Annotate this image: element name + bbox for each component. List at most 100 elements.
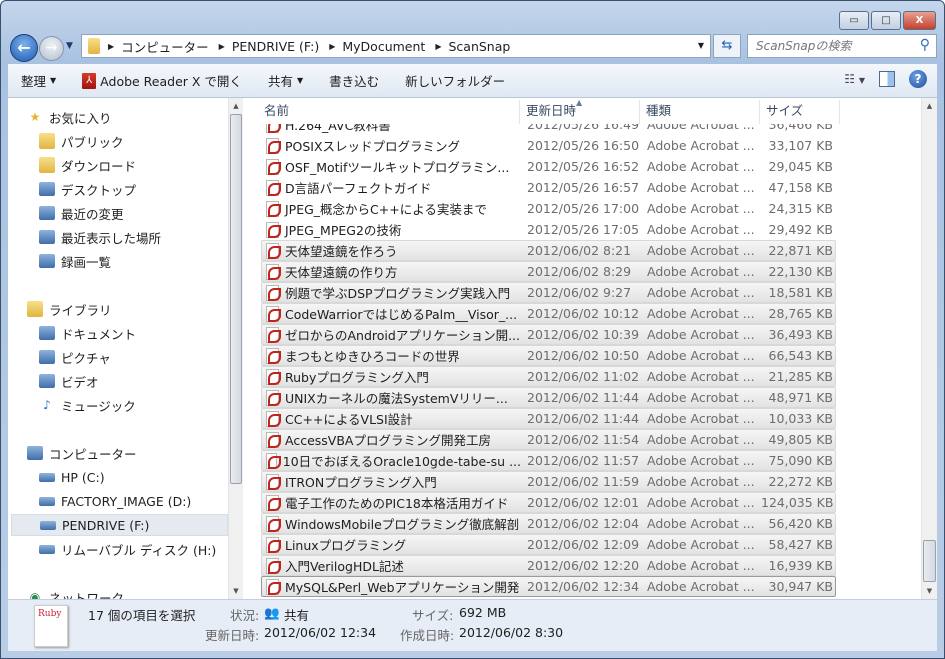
file-row[interactable]: 例題で学ぶDSPプログラミング実践入門 2012/06/02 9:27 Adobe … (261, 282, 836, 303)
file-row[interactable]: CodeWarriorではじめるPalm__Visor_... 2012/06/0… (261, 303, 836, 324)
scroll-down-arrow[interactable]: ▼ (229, 583, 243, 599)
nav-item[interactable]: ドキュメント (11, 322, 228, 344)
file-row[interactable]: H.264_AVC教科書 2012/05/26 16:49 Adobe Acroba… (261, 124, 836, 135)
file-row[interactable]: OSF_Motifツールキットプログラミン... 2012/05/26 16:52… (261, 156, 836, 177)
scrollbar-thumb[interactable] (230, 114, 242, 484)
nav-item[interactable]: ライブラリ (11, 298, 228, 320)
change-view-button[interactable]: ☷ ▼ (844, 72, 865, 86)
nav-item[interactable]: コンピューター (11, 442, 228, 464)
scroll-up-arrow[interactable]: ▲ (922, 98, 937, 114)
file-date: 2012/06/02 12:01 (527, 495, 640, 510)
file-size: 28,765 KB (768, 306, 833, 321)
file-row[interactable]: Rubyプログラミング入門 2012/06/02 11:02 Adobe Acrob… (261, 366, 836, 387)
nav-item[interactable]: HP (C:) (11, 466, 228, 488)
close-button[interactable]: X (903, 11, 936, 30)
modified-value: 2012/06/02 12:34 (264, 625, 377, 640)
nav-item[interactable]: 最近の変更 (11, 202, 228, 224)
recent-pages-dropdown[interactable]: ▼ (66, 41, 73, 51)
pdf-file-icon (266, 158, 281, 175)
nav-item[interactable]: ♪ ミュージック (11, 394, 228, 416)
open-with-adobe-reader-button[interactable]: ⅄ Adobe Reader X で開く (69, 64, 255, 97)
file-list-scrollbar[interactable]: ▲ ▼ (921, 98, 937, 599)
minimize-button[interactable]: ▭ (839, 11, 869, 30)
file-row[interactable]: AccessVBAプログラミング開発工房 2012/06/02 11:54 Adob… (261, 429, 836, 450)
file-row[interactable]: ITRONプログラミング入門 2012/06/02 11:59 Adobe Acro… (261, 471, 836, 492)
file-row[interactable]: POSIXスレッドプログラミング 2012/05/26 16:50 Adobe Ac… (261, 135, 836, 156)
new-folder-button[interactable]: 新しいフォルダー (392, 64, 518, 97)
file-row[interactable]: 入門VerilogHDL記述 2012/06/02 12:20 Adobe Acro… (261, 555, 836, 576)
share-button[interactable]: 共有 ▼ (255, 64, 316, 97)
file-row[interactable]: JPEG_MPEG2の技術 2012/05/26 17:05 Adobe Acrob… (261, 219, 836, 240)
nav-item[interactable]: ダウンロード (11, 154, 228, 176)
pdf-file-icon (266, 124, 281, 133)
nav-item[interactable]: ビデオ (11, 370, 228, 392)
file-row[interactable]: JPEG_概念からC++による実装まで 2012/05/26 17:00 Adobe… (261, 198, 836, 219)
column-type[interactable]: 種類 (640, 100, 760, 124)
scroll-down-arrow[interactable]: ▼ (922, 583, 937, 599)
breadcrumb-scansnap[interactable]: ScanSnap (448, 39, 510, 54)
burn-button[interactable]: 書き込む (316, 64, 392, 97)
nav-item[interactable]: PENDRIVE (F:) (11, 514, 228, 536)
breadcrumb-pendrive[interactable]: PENDRIVE (F:) (232, 39, 319, 54)
scrollbar-thumb[interactable] (923, 540, 936, 582)
file-row[interactable]: 電子工作のためのPIC18本格活用ガイド 2012/06/02 12:01 Adob… (261, 492, 836, 513)
chevron-right-icon[interactable]: ▶ (108, 42, 114, 51)
search-icon[interactable]: ⚲ (920, 37, 930, 53)
nav-item[interactable]: 最近表示した場所 (11, 226, 228, 248)
breadcrumb-computer[interactable]: コンピューター (121, 37, 209, 56)
organize-button[interactable]: 整理 ▼ (8, 64, 69, 97)
chevron-right-icon[interactable]: ▶ (219, 42, 225, 51)
search-box[interactable]: ⚲ (747, 34, 937, 58)
address-history-dropdown[interactable]: ▼ (698, 41, 704, 50)
file-row[interactable]: 天体望遠鏡を作ろう 2012/06/02 8:21 Adobe Acrobat ..… (261, 240, 836, 261)
file-row[interactable]: WindowsMobileプログラミング徹底解剖 2012/06/02 12:04… (261, 513, 836, 534)
file-row[interactable]: D言語パーフェクトガイド 2012/05/26 16:57 Adobe Acroba… (261, 177, 836, 198)
nav-item[interactable]: ピクチャ (11, 346, 228, 368)
computer-icon (27, 446, 43, 460)
file-date: 2012/06/02 10:50 (527, 348, 640, 363)
file-size: 75,090 KB (768, 453, 833, 468)
created-value: 2012/06/02 8:30 (459, 625, 564, 640)
scroll-up-arrow[interactable]: ▲ (229, 98, 243, 114)
nav-item[interactable]: リムーバブル ディスク (H:) (11, 538, 228, 560)
file-row[interactable]: 10日でおぼえるOracle10gde-tabe-su ... 2012/06/0… (261, 450, 836, 471)
file-size: 48,971 KB (768, 390, 833, 405)
column-size[interactable]: サイズ (760, 100, 840, 124)
documents-icon (39, 326, 55, 340)
file-row[interactable]: MySQL&Perl_Webアプリケーション開発 2012/06/02 12:34… (261, 576, 836, 597)
file-name: 10日でおぼえるOracle10gde-tabe-su ... (282, 454, 521, 469)
nav-item[interactable]: FACTORY_IMAGE (D:) (11, 490, 228, 512)
navigation-scrollbar[interactable]: ▲ ▼ (228, 98, 243, 599)
maximize-button[interactable]: □ (871, 11, 901, 30)
nav-item[interactable]: ★ お気に入り (11, 106, 228, 128)
file-row[interactable]: まつもとゆきひろコードの世界 2012/06/02 10:50 Adobe Acro… (261, 345, 836, 366)
address-bar[interactable]: ▶ コンピューター ▶ PENDRIVE (F:) ▶ MyDocument ▶… (81, 34, 711, 58)
nav-item[interactable]: デスクトップ (11, 178, 228, 200)
breadcrumb-mydocument[interactable]: MyDocument (342, 39, 425, 54)
search-input[interactable] (756, 39, 906, 53)
chevron-right-icon[interactable]: ▶ (435, 42, 441, 51)
file-type: Adobe Acrobat ... (647, 495, 755, 510)
file-type: Adobe Acrobat ... (647, 516, 755, 531)
nav-item[interactable]: パブリック (11, 130, 228, 152)
column-name[interactable]: 名前 (258, 100, 520, 124)
forward-button[interactable]: → (39, 36, 64, 61)
file-row[interactable]: 天体望遠鏡の作り方 2012/06/02 8:29 Adobe Acrobat ..… (261, 261, 836, 282)
file-name: CodeWarriorではじめるPalm__Visor_... (285, 307, 518, 322)
column-date-modified[interactable]: ▲ 更新日時 (520, 98, 640, 124)
refresh-button[interactable]: ⇆ (713, 34, 741, 58)
file-row[interactable]: UNIXカーネルの魔法SystemVリリー... 2012/06/02 11:44… (261, 387, 836, 408)
preview-pane-button[interactable] (879, 71, 895, 87)
sort-ascending-icon: ▲ (576, 98, 583, 107)
nav-item[interactable]: 録画一覧 (11, 250, 228, 272)
file-row[interactable]: Linuxプログラミング 2012/06/02 12:09 Adobe Acroba… (261, 534, 836, 555)
help-button[interactable]: ? (909, 70, 927, 88)
file-size: 58,427 KB (768, 537, 833, 552)
file-row[interactable]: ゼロからのAndroidアプリケーション開... 2012/06/02 10:39… (261, 324, 836, 345)
back-button[interactable]: ← (10, 34, 38, 62)
file-type: Adobe Acrobat ... (647, 138, 755, 153)
file-row[interactable]: CC++によるVLSI設計 2012/06/02 11:44 Adobe Acrob… (261, 408, 836, 429)
chevron-right-icon[interactable]: ▶ (329, 42, 335, 51)
nav-item[interactable]: ◉ ネットワーク (11, 586, 228, 599)
file-name-cell: まつもとゆきひろコードの世界 (262, 346, 521, 365)
